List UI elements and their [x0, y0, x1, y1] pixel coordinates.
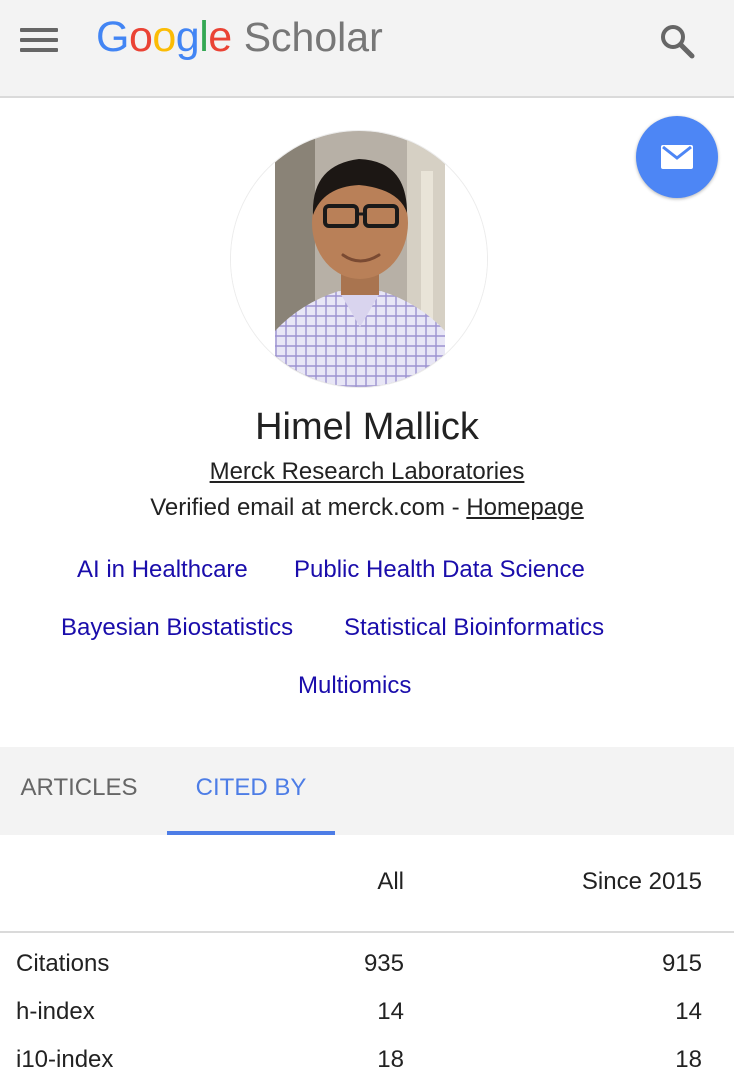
column-header-since: Since 2015: [581, 868, 702, 895]
interest-link[interactable]: Multiomics: [298, 670, 411, 702]
metric-since-value: 18: [675, 1046, 702, 1073]
metric-label[interactable]: i10-index: [16, 1044, 113, 1076]
metric-since-value: 14: [675, 998, 702, 1025]
google-scholar-logo[interactable]: Google Scholar: [96, 12, 383, 62]
metric-label[interactable]: Citations: [16, 948, 109, 980]
logo-letter: o: [152, 13, 176, 61]
metric-since-value: 915: [661, 950, 702, 977]
table-divider: [0, 931, 734, 933]
logo-letter: l: [199, 13, 209, 61]
profile-affiliation: Merck Research Laboratories: [0, 456, 734, 488]
column-header-all: All: [377, 868, 404, 895]
mail-icon: [661, 145, 693, 169]
metric-all-value: 935: [363, 950, 404, 977]
tab-cited-by[interactable]: CITED BY: [167, 747, 335, 835]
interest-link[interactable]: AI in Healthcare: [77, 554, 248, 586]
menu-icon-bar: [20, 48, 58, 52]
interest-link[interactable]: Bayesian Biostatistics: [61, 612, 293, 644]
table-row: h-index 14 14: [0, 996, 734, 1044]
search-button[interactable]: [658, 22, 698, 62]
interest-link[interactable]: Statistical Bioinformatics: [344, 612, 604, 644]
profile-name: Himel Mallick: [255, 406, 479, 448]
search-icon: [661, 25, 695, 59]
logo-letter: e: [208, 13, 232, 61]
email-button[interactable]: [636, 116, 718, 198]
google-wordmark: Google: [96, 12, 232, 62]
scholar-wordmark: Scholar: [243, 14, 383, 60]
tab-articles[interactable]: ARTICLES: [0, 747, 158, 835]
table-row: Citations 935 915: [0, 948, 734, 996]
menu-icon-bar: [20, 28, 58, 32]
profile-photo-image: [231, 131, 487, 387]
affiliation-link[interactable]: Merck Research Laboratories: [210, 458, 525, 485]
profile-photo: [230, 130, 488, 388]
metric-all-value: 18: [377, 1046, 404, 1073]
metric-all-value: 14: [377, 998, 404, 1025]
metric-label[interactable]: h-index: [16, 996, 95, 1028]
verified-email-text: Verified email at merck.com -: [150, 494, 467, 521]
logo-letter: G: [96, 13, 129, 61]
menu-icon-bar: [20, 38, 58, 42]
menu-button[interactable]: [20, 28, 58, 52]
profile-tabs: ARTICLES CITED BY: [0, 747, 734, 835]
app-header: Google Scholar: [0, 0, 734, 98]
homepage-link[interactable]: Homepage: [466, 494, 583, 521]
verified-email-line: Verified email at merck.com - Homepage: [0, 492, 734, 524]
logo-letter: g: [175, 13, 200, 61]
logo-letter: o: [128, 13, 153, 61]
interest-link[interactable]: Public Health Data Science: [294, 554, 585, 586]
